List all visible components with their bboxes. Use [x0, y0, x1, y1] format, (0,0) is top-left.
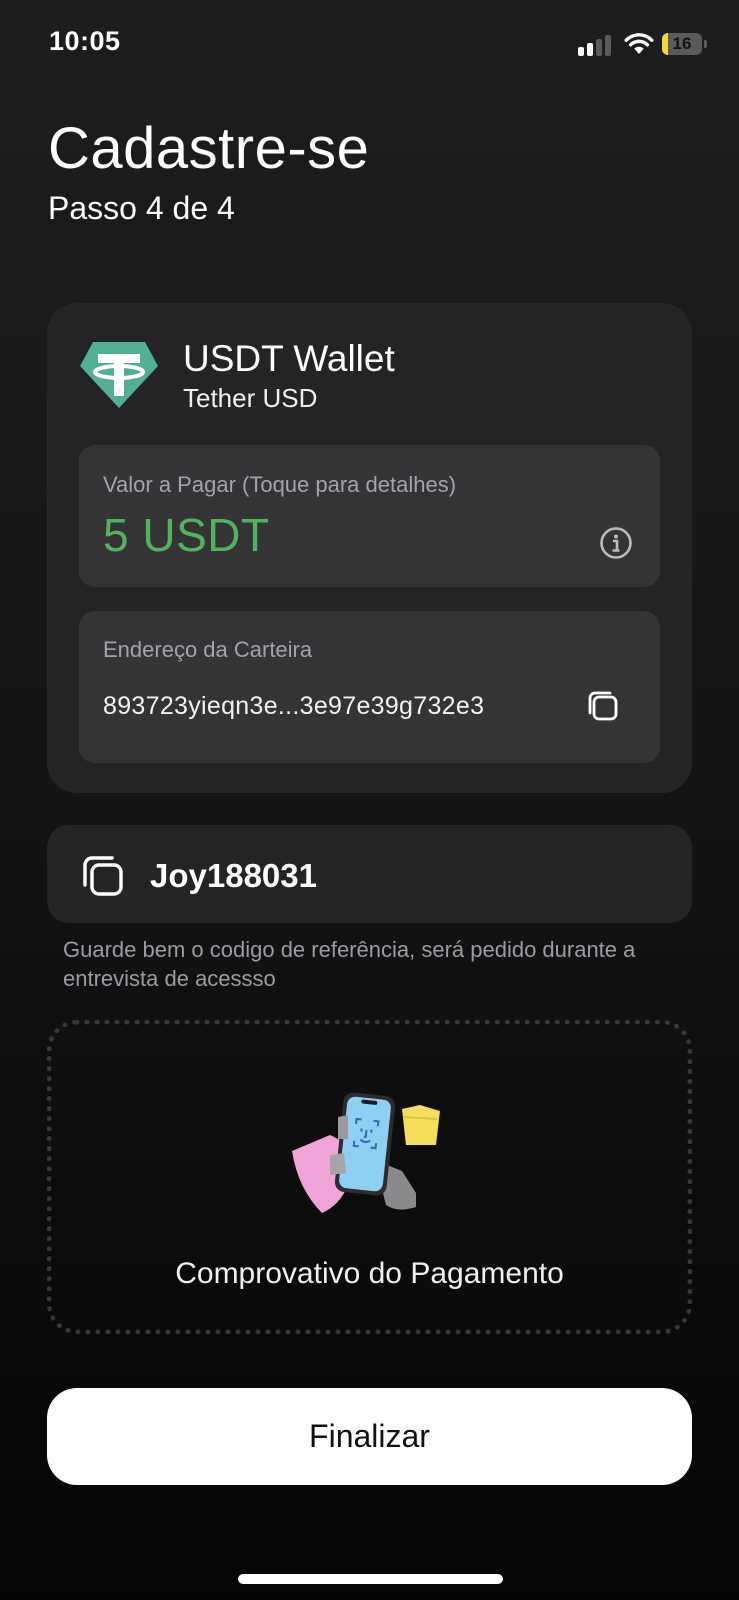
signal-bar [596, 39, 602, 56]
copy-icon[interactable] [585, 688, 621, 724]
upload-label: Comprovativo do Pagamento [175, 1257, 564, 1290]
referral-code: Joy188031 [150, 857, 317, 894]
amount-value: 5 USDT [103, 509, 270, 561]
amount-label: Valor a Pagar (Toque para detalhes) [103, 472, 457, 497]
wifi-icon [624, 33, 654, 54]
page-title: Cadastre-se [48, 116, 370, 181]
copy-icon[interactable] [80, 853, 126, 899]
home-indicator [238, 1574, 503, 1584]
battery-icon: 16 [662, 33, 708, 57]
address-box [79, 611, 660, 763]
wallet-network: Tether USD [183, 383, 318, 413]
step-indicator: Passo 4 de 4 [48, 190, 235, 226]
tether-logo [80, 342, 158, 408]
phone-face-id-illustration [292, 1093, 440, 1213]
battery-shell: 16 [662, 33, 702, 55]
referral-box[interactable] [47, 825, 692, 923]
signal-bar [578, 47, 584, 56]
battery-tip [704, 40, 707, 48]
referral-note: Guarde bem o codigo de referência, será … [63, 937, 636, 991]
signal-bar [605, 35, 611, 56]
address-label: Endereço da Carteira [103, 637, 313, 662]
info-icon[interactable] [599, 526, 633, 560]
wallet-name: USDT Wallet [183, 338, 395, 379]
cellular-signal-icon [578, 34, 614, 56]
wallet-address: 893723yieqn3e...3e97e39g732e3 [103, 692, 485, 720]
battery-level: 16 [672, 34, 692, 53]
signal-bar [587, 43, 593, 56]
finalize-button[interactable]: Finalizar [47, 1388, 692, 1485]
status-time: 10:05 [49, 26, 121, 56]
